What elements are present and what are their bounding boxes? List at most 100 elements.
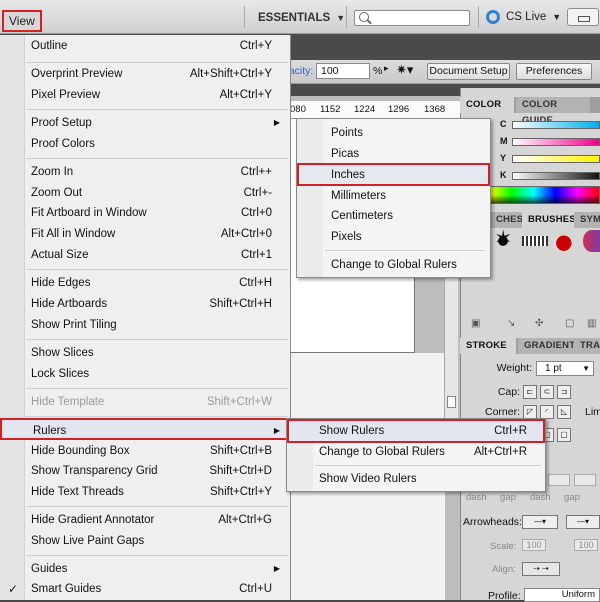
menu-item-centimeters[interactable]: Centimeters — [297, 206, 490, 226]
tab-color[interactable]: COLOR — [460, 97, 514, 113]
slider-track — [512, 172, 600, 180]
menu-item-zoom-in[interactable]: Zoom In Ctrl++ — [0, 162, 290, 182]
round-cap-button[interactable]: ⊂ — [540, 385, 554, 399]
tab-symbols[interactable]: SYMB — [574, 212, 600, 228]
tab-gradient[interactable]: GRADIENT — [518, 338, 575, 354]
menu-item-millimeters[interactable]: Millimeters — [297, 186, 490, 206]
menu-item-lock-slices[interactable]: Lock Slices — [0, 364, 290, 384]
weight-field[interactable]: 1 pt ▼ — [536, 361, 594, 376]
brush-pattern[interactable] — [522, 236, 548, 246]
menu-item-proof-setup[interactable]: Proof Setup ▶ — [0, 113, 290, 133]
menu-item-outline[interactable]: Outline Ctrl+Y — [0, 36, 290, 56]
ruler-units-submenu: Points Picas Inches Millimeters Centimet… — [296, 118, 491, 278]
recolor-artwork-icon[interactable]: ✷▾ — [396, 62, 418, 80]
menu-item-rulers[interactable]: Rulers ▶ — [0, 418, 290, 440]
align-outside-button[interactable]: ▢ — [557, 428, 571, 442]
workspace-switcher[interactable]: ESSENTIALS ▼ — [258, 11, 345, 25]
menu-item-hide-text-threads[interactable]: Hide Text Threads Shift+Ctrl+Y — [0, 482, 290, 502]
chevron-right-icon[interactable]: ▸ — [384, 63, 394, 79]
menu-item-pixel-preview[interactable]: Pixel Preview Alt+Ctrl+Y — [0, 85, 290, 105]
menu-item-show-live-paint-gaps[interactable]: Show Live Paint Gaps — [0, 531, 290, 551]
options-icon[interactable]: ✣ — [535, 318, 549, 332]
menu-item-hide-artboards[interactable]: Hide Artboards Shift+Ctrl+H — [0, 294, 290, 314]
black-slider[interactable]: K — [500, 170, 600, 181]
start-arrowhead-select[interactable]: —▾ — [522, 515, 558, 529]
dash-field[interactable] — [548, 474, 570, 486]
document-setup-button[interactable]: Document Setup — [427, 63, 510, 80]
opacity-field[interactable]: 100 — [316, 63, 370, 79]
ruler-tick: 080 — [290, 104, 306, 115]
menu-item-pixels[interactable]: Pixels — [297, 227, 490, 247]
arrowheads-label: Arrowheads: — [463, 516, 522, 528]
menu-item-show-transparency-grid[interactable]: Show Transparency Grid Shift+Ctrl+D — [0, 461, 290, 481]
brush-splat[interactable] — [492, 226, 514, 252]
start-scale-field[interactable]: 100 — [522, 539, 546, 551]
menu-item-inches[interactable]: Inches — [297, 163, 490, 186]
projecting-cap-button[interactable]: ⊐ — [557, 385, 571, 399]
tab-color-guide[interactable]: COLOR GUIDE — [516, 97, 590, 126]
menu-item-guides[interactable]: Guides ▶ — [0, 559, 290, 579]
menu-item-smart-guides[interactable]: ✓ Smart Guides Ctrl+U — [0, 579, 290, 599]
magenta-slider[interactable]: M — [500, 136, 600, 147]
minimize-window-button[interactable] — [567, 8, 599, 26]
end-scale-field[interactable]: 100 — [574, 539, 598, 551]
delete-icon[interactable]: ▥ — [587, 318, 600, 332]
new-brush-icon[interactable]: ▢ — [565, 318, 579, 332]
menu-item-actual-size[interactable]: Actual Size Ctrl+1 — [0, 245, 290, 265]
menu-item-show-slices[interactable]: Show Slices — [0, 343, 290, 363]
round-join-button[interactable]: ◜ — [540, 405, 554, 419]
menu-item-show-rulers[interactable]: Show Rulers Ctrl+R — [287, 419, 545, 443]
menu-item-fit-artboard[interactable]: Fit Artboard in Window Ctrl+0 — [0, 203, 290, 223]
menu-item-change-to-global-rulers[interactable]: Change to Global Rulers Alt+Ctrl+R — [287, 442, 545, 462]
menu-item-hide-bounding-box[interactable]: Hide Bounding Box Shift+Ctrl+B — [0, 441, 290, 461]
search-input[interactable] — [354, 10, 470, 26]
weight-label: Weight: — [496, 362, 532, 374]
tab-stroke[interactable]: STROKE — [460, 338, 516, 354]
menu-view[interactable]: View — [2, 10, 42, 32]
submenu-arrow-icon: ▶ — [273, 564, 280, 573]
cyan-slider[interactable]: C — [500, 119, 600, 130]
rulers-submenu: Show Rulers Ctrl+R Change to Global Ruler… — [286, 418, 546, 492]
menu-item-zoom-out[interactable]: Zoom Out Ctrl+- — [0, 183, 290, 203]
submenu-arrow-icon: ▶ — [273, 118, 280, 127]
menu-item-show-video-rulers[interactable]: Show Video Rulers — [287, 469, 545, 489]
menu-item-hide-gradient-annotator[interactable]: Hide Gradient Annotator Alt+Ctrl+G — [0, 510, 290, 530]
panel-toolbar: ▣ ↘ ✣ ▢ ▥ — [463, 318, 600, 334]
color-panel-tabs: COLOR COLOR GUIDE — [460, 97, 600, 126]
align-label: Align: — [492, 564, 516, 575]
libraries-icon[interactable]: ▣ — [471, 318, 485, 332]
gap-label: gap — [564, 492, 580, 503]
dash-label: dash — [466, 492, 487, 503]
scrollbar-thumb[interactable] — [447, 396, 456, 408]
ruler-tick: 1224 — [354, 104, 376, 115]
view-dropdown-menu: Outline Ctrl+Y Overprint Preview Alt+Shift… — [0, 35, 291, 600]
bevel-join-button[interactable]: ◺ — [557, 405, 571, 419]
menu-item-points[interactable]: Points — [297, 123, 490, 143]
preferences-button[interactable]: Preferences — [516, 63, 592, 80]
menu-item-show-print-tiling[interactable]: Show Print Tiling — [0, 315, 290, 335]
gap-field[interactable] — [574, 474, 596, 486]
menu-item-fit-all[interactable]: Fit All in Window Alt+Ctrl+0 — [0, 224, 290, 244]
cs-live-button[interactable]: CS Live ▼ — [486, 9, 561, 25]
brush-gradient[interactable] — [583, 230, 600, 252]
yellow-slider[interactable]: Y — [500, 153, 600, 164]
brush-red-splash[interactable] — [555, 230, 577, 252]
tab-transparency[interactable]: TRAN — [574, 338, 600, 354]
channel-label: C — [500, 119, 507, 129]
menu-item-hide-edges[interactable]: Hide Edges Ctrl+H — [0, 273, 290, 293]
miter-join-button[interactable]: ◸ — [523, 405, 537, 419]
menu-separator — [315, 465, 541, 466]
menu-item-change-to-global-rulers[interactable]: Change to Global Rulers — [297, 255, 490, 275]
tab-brushes[interactable]: BRUSHES — [522, 212, 576, 228]
menu-item-overprint-preview[interactable]: Overprint Preview Alt+Shift+Ctrl+Y — [0, 64, 290, 84]
menu-item-proof-colors[interactable]: Proof Colors — [0, 134, 290, 154]
menu-separator — [26, 158, 288, 159]
checkmark-icon: ✓ — [8, 582, 19, 596]
remove-stroke-icon[interactable]: ↘ — [507, 318, 521, 332]
menu-item-picas[interactable]: Picas — [297, 144, 490, 164]
chevron-down-icon: ▼ — [582, 364, 590, 373]
arrow-align-buttons[interactable]: ⇢ ⇢ — [522, 562, 560, 576]
scale-label: Scale: — [490, 541, 517, 552]
end-arrowhead-select[interactable]: —▾ — [566, 515, 600, 529]
butt-cap-button[interactable]: ⊏ — [523, 385, 537, 399]
